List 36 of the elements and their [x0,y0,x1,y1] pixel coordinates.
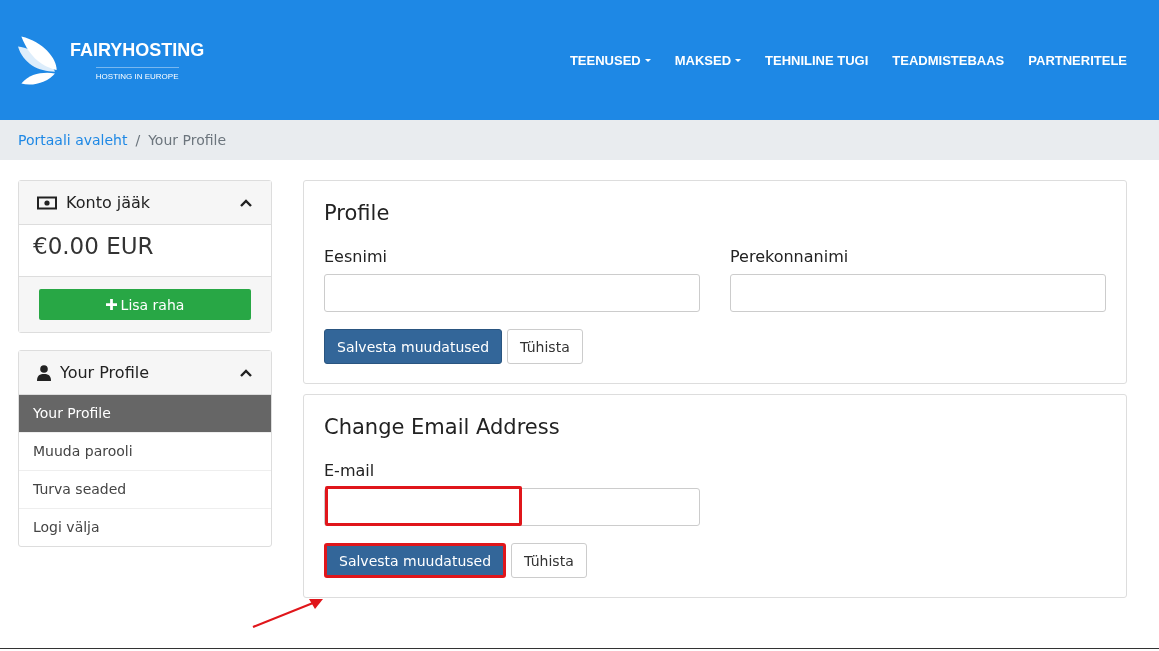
field-label: Perekonnanimi [730,247,850,266]
field-label: Eesnimi [324,247,388,266]
sidebar-item[interactable]: Muuda parooli [19,433,271,471]
user-icon [37,364,51,381]
input-field[interactable] [324,274,700,312]
sidebar-item[interactable]: Turva seaded [19,471,271,509]
sidebar-item[interactable]: Logi välja [19,509,271,546]
sidebar-item[interactable]: Your Profile [19,395,271,433]
cancel-button[interactable]: Tühista [507,329,583,364]
brand-name[interactable]: FAIRYHOSTING [70,39,205,61]
nav-link[interactable]: TEADMISTEBAAS [892,52,1005,68]
chevron-icon[interactable] [239,367,253,378]
plus-icon [105,299,117,310]
breadcrumb-separator: / [135,132,141,148]
nav-link[interactable]: PARTNERITELE [1028,52,1127,68]
card-title: Profile [324,201,391,225]
panel-title: Your Profile [60,363,150,382]
add-funds-button[interactable]: Lisa raha [39,289,251,320]
breadcrumb-current: Your Profile [148,132,227,148]
brand-tagline: HOSTING IN EUROPE [95,66,179,81]
input-field[interactable] [730,274,1106,312]
nav-link[interactable]: TEHNILINE TUGI [765,52,869,68]
nav-link[interactable]: TEENUSED [569,52,651,68]
input-field[interactable] [324,488,700,526]
caret-icon [735,58,742,62]
save-button[interactable]: Salvesta muudatused [324,543,507,578]
cancel-button[interactable]: Tühista [511,543,587,578]
nav-link[interactable]: MAKSED [674,52,742,68]
card-title: Change Email Address [324,415,561,439]
field-label: E-mail [324,461,376,480]
caret-icon [644,58,651,62]
banknote-icon [37,195,57,210]
panel-title: Konto jääk [66,193,152,212]
breadcrumb-link[interactable]: Portaali avaleht [18,132,128,148]
save-button[interactable]: Salvesta muudatused [324,329,503,364]
chevron-icon[interactable] [239,197,253,208]
